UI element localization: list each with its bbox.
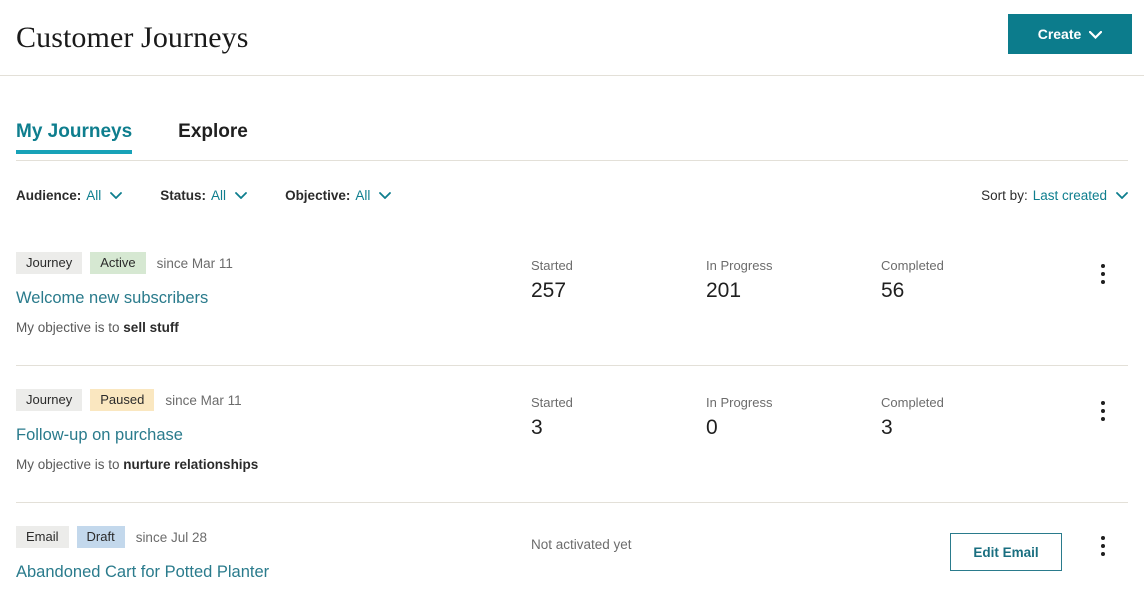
kebab-dot: [1101, 536, 1105, 540]
stat-started: Started 3: [531, 395, 706, 440]
kebab-dot: [1101, 417, 1105, 421]
filter-audience-value: All: [86, 187, 102, 203]
stat-started-value: 257: [531, 279, 567, 303]
page-header: Customer Journeys Create: [0, 0, 1144, 76]
status-badge: Paused: [90, 389, 155, 411]
stat-in-progress: In Progress 201: [706, 258, 881, 303]
tab-explore[interactable]: Explore: [178, 122, 248, 153]
stat-completed-label: Completed: [881, 258, 944, 273]
create-button-label: Create: [1037, 26, 1082, 42]
journey-summary: Journey Paused since Mar 11 Follow-up on…: [16, 388, 531, 472]
badge-group: Email Draft since Jul 28: [16, 525, 531, 549]
filter-audience-label: Audience:: [16, 187, 82, 203]
stat-started-value: 3: [531, 416, 543, 440]
type-badge: Journey: [16, 252, 83, 274]
tab-my-journeys[interactable]: My Journeys: [16, 121, 133, 154]
stat-completed: Completed 3: [881, 395, 1056, 440]
journey-stats: Started 3 In Progress 0 Completed 3: [531, 388, 1128, 439]
journey-list: Journey Active since Mar 11 Welcome new …: [0, 229, 1144, 606]
sort-by-label: Sort by:: [981, 187, 1028, 203]
objective-prefix: My objective is to: [16, 319, 124, 335]
filter-objective-value: All: [355, 187, 371, 203]
kebab-dot: [1101, 280, 1105, 284]
objective-prefix: My objective is to: [16, 456, 124, 472]
stat-in-progress: In Progress 0: [706, 395, 881, 440]
tab-explore-label: Explore: [178, 121, 248, 142]
badge-group: Journey Active since Mar 11: [16, 251, 531, 275]
chevron-down-icon: [110, 186, 123, 204]
journey-summary: Journey Active since Mar 11 Welcome new …: [16, 251, 531, 335]
create-button[interactable]: Create: [1008, 14, 1132, 54]
stat-completed-label: Completed: [881, 395, 944, 410]
filter-bar: Audience: All Status: All Objective: All: [0, 161, 1144, 229]
table-row: Journey Active since Mar 11 Welcome new …: [16, 229, 1128, 366]
chevron-down-icon: [235, 186, 247, 204]
filter-status-value: All: [211, 187, 227, 203]
row-overflow-menu-icon[interactable]: [1086, 257, 1120, 291]
kebab-dot: [1101, 409, 1105, 413]
tab-my-journeys-label: My Journeys: [16, 121, 133, 142]
kebab-dot: [1101, 401, 1105, 405]
kebab-dot: [1101, 552, 1105, 556]
stat-started-label: Started: [531, 258, 573, 273]
table-row: Email Draft since Jul 28 Abandoned Cart …: [16, 503, 1128, 606]
filter-status-label: Status:: [160, 187, 207, 203]
since-date: since Mar 11: [165, 392, 242, 408]
kebab-dot: [1101, 264, 1105, 268]
stat-in-progress-label: In Progress: [706, 258, 773, 273]
stat-completed-value: 3: [881, 416, 893, 440]
kebab-dot: [1101, 272, 1105, 276]
stat-in-progress-label: In Progress: [706, 395, 773, 410]
table-row: Journey Paused since Mar 11 Follow-up on…: [16, 366, 1128, 503]
stat-completed-value: 56: [881, 279, 905, 303]
status-badge: Draft: [76, 526, 125, 548]
chevron-down-icon: [1089, 26, 1103, 42]
tab-bar: My Journeys Explore: [0, 76, 1144, 161]
badge-group: Journey Paused since Mar 11: [16, 388, 531, 412]
row-overflow-menu-icon[interactable]: [1086, 394, 1120, 428]
since-date: since Mar 11: [156, 255, 233, 271]
journey-title-link[interactable]: Welcome new subscribers: [16, 289, 531, 309]
chevron-down-icon: [1116, 186, 1128, 204]
row-overflow-menu-icon[interactable]: [1086, 529, 1120, 563]
stat-in-progress-value: 0: [706, 416, 718, 440]
objective-value: nurture relationships: [123, 456, 259, 472]
journey-objective: My objective is to nurture relationships: [16, 457, 531, 472]
kebab-dot: [1101, 544, 1105, 548]
page-title: Customer Journeys: [16, 20, 249, 54]
sort-by-control[interactable]: Sort by: Last created: [981, 186, 1128, 204]
status-badge: Active: [90, 252, 146, 274]
since-date: since Jul 28: [135, 529, 207, 545]
stat-completed: Completed 56: [881, 258, 1056, 303]
type-badge: Email: [16, 526, 69, 548]
journey-stats: Started 257 In Progress 201 Completed 56: [531, 251, 1128, 302]
stat-started-label: Started: [531, 395, 573, 410]
journey-title-link[interactable]: Follow-up on purchase: [16, 426, 531, 446]
filter-audience[interactable]: Audience: All: [16, 186, 123, 204]
stat-in-progress-value: 201: [706, 279, 742, 303]
stat-started: Started 257: [531, 258, 706, 303]
filter-status[interactable]: Status: All: [160, 186, 247, 204]
journey-objective: My objective is to sell stuff: [16, 320, 531, 335]
type-badge: Journey: [16, 389, 83, 411]
edit-email-button[interactable]: Edit Email: [950, 533, 1062, 571]
filter-objective-label: Objective:: [285, 187, 351, 203]
journey-summary: Email Draft since Jul 28 Abandoned Cart …: [16, 525, 531, 583]
objective-value: sell stuff: [123, 319, 179, 335]
filter-objective[interactable]: Objective: All: [285, 186, 392, 204]
journey-title-link[interactable]: Abandoned Cart for Potted Planter: [16, 563, 531, 583]
chevron-down-icon: [379, 186, 392, 204]
sort-by-value: Last created: [1032, 187, 1107, 203]
